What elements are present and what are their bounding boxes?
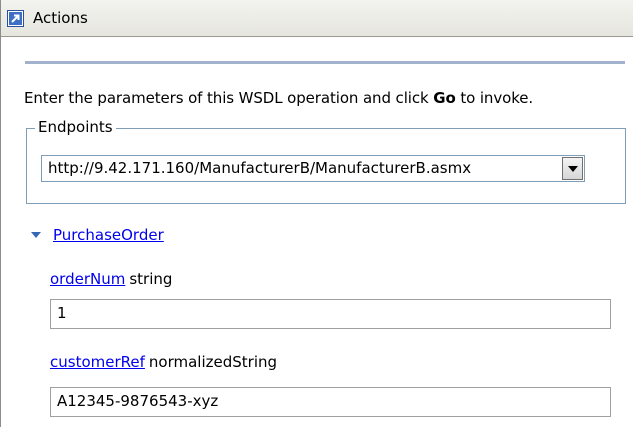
param-link-customerref[interactable]: customerRef (50, 353, 145, 371)
chevron-down-icon[interactable] (562, 157, 583, 180)
arrow-icon (7, 10, 24, 27)
param-type: string (129, 270, 173, 288)
param-type: normalizedString (148, 353, 278, 371)
panel-title-bar: Actions (1, 0, 633, 37)
param-label-ordernum: orderNum string (50, 270, 172, 288)
divider (25, 61, 625, 64)
endpoint-selected-value: http://9.42.171.160/ManufacturerB/Manufa… (48, 159, 472, 177)
actions-panel: Actions Enter the parameters of this WSD… (0, 0, 633, 427)
instructions-text: Enter the parameters of this WSDL operat… (24, 89, 534, 107)
param-label-customerref: customerRef normalizedString (50, 353, 277, 371)
endpoint-select[interactable]: http://9.42.171.160/ManufacturerB/Manufa… (41, 155, 585, 182)
go-keyword: Go (433, 89, 456, 107)
panel-title: Actions (33, 9, 88, 27)
customerref-input[interactable]: A12345-9876543-xyz (50, 387, 611, 417)
operation-link-purchaseorder[interactable]: PurchaseOrder (53, 226, 164, 244)
endpoints-legend: Endpoints (35, 118, 116, 136)
ordernum-input[interactable]: 1 (50, 299, 611, 329)
expand-triangle-icon[interactable] (31, 232, 41, 238)
param-link-ordernum[interactable]: orderNum (50, 270, 125, 288)
